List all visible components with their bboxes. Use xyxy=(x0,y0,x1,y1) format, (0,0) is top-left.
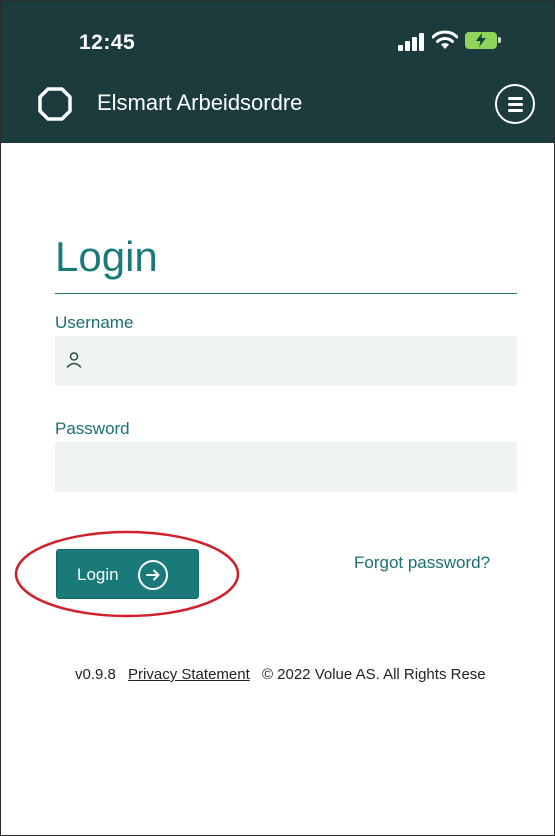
password-input[interactable] xyxy=(55,442,517,492)
footer: v0.9.8 Privacy Statement © 2022 Volue AS… xyxy=(75,666,486,683)
user-icon xyxy=(66,352,82,368)
login-button[interactable]: Login xyxy=(56,549,199,599)
wifi-icon xyxy=(432,30,458,49)
battery-charging-icon xyxy=(465,32,503,49)
login-button-label: Login xyxy=(77,565,119,584)
menu-icon-bar xyxy=(508,109,523,112)
forgot-password-link[interactable]: Forgot password? xyxy=(354,553,490,573)
version-label: v0.9.8 xyxy=(75,666,116,683)
menu-icon-bar xyxy=(508,97,523,100)
copyright-text: © 2022 Volue AS. All Rights Rese xyxy=(261,666,486,683)
username-input[interactable] xyxy=(55,336,517,386)
username-label: Username xyxy=(55,313,134,332)
status-time: 12:45 xyxy=(79,31,136,54)
page-title: Login xyxy=(55,233,158,280)
octagon-logo-icon xyxy=(38,87,72,121)
privacy-statement-link[interactable]: Privacy Statement xyxy=(128,666,250,683)
title-divider xyxy=(55,293,517,294)
signal-icon xyxy=(398,33,428,51)
arrow-right-circle-icon xyxy=(138,560,168,590)
password-label: Password xyxy=(55,419,130,438)
menu-icon-bar xyxy=(508,103,523,106)
app-frame: 12:45 Elsmart Arbeidsordre Login Usernam… xyxy=(0,0,555,836)
app-header: 12:45 Elsmart Arbeidsordre xyxy=(1,1,554,143)
menu-button[interactable] xyxy=(495,84,535,124)
app-title: Elsmart Arbeidsordre xyxy=(97,90,303,115)
